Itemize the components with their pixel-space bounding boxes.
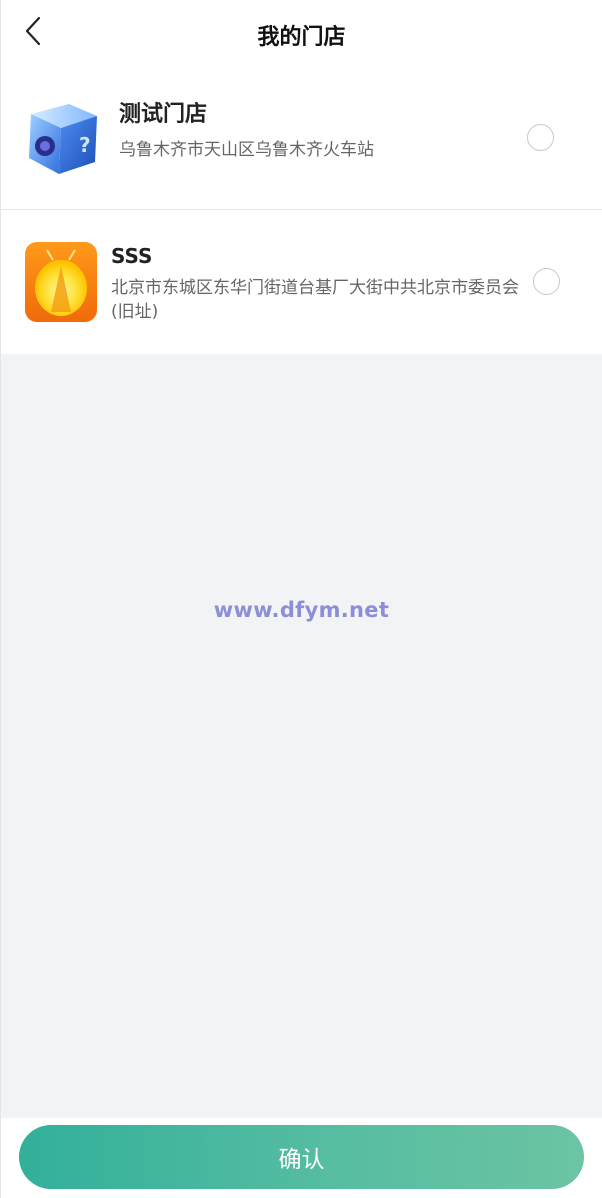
store-address: 北京市东城区东华门街道台基厂大街中共北京市委员会(旧址) [111, 278, 519, 322]
back-button[interactable] [19, 14, 47, 48]
store-item[interactable]: ? 测试门店 乌鲁木齐市天山区乌鲁木齐火车站 [1, 70, 602, 210]
store-item[interactable]: SSS 北京市东城区东华门街道台基厂大街中共北京市委员会(旧址) [1, 210, 602, 354]
firefly-store-icon [25, 242, 97, 322]
confirm-button[interactable]: 确认 [19, 1125, 584, 1189]
watermark-text: www.dfym.net [213, 598, 390, 622]
footer-bar: 确认 [1, 1118, 602, 1198]
store-radio[interactable] [527, 124, 554, 151]
chevron-left-icon [25, 16, 41, 46]
header-bar: 我的门店 [1, 0, 602, 70]
page-title: 我的门店 [257, 25, 346, 50]
store-address: 乌鲁木齐市天山区乌鲁木齐火车站 [119, 140, 374, 160]
store-name: 测试门店 [119, 102, 208, 127]
store-info: 测试门店 乌鲁木齐市天山区乌鲁木齐火车站 [119, 100, 519, 162]
svg-text:?: ? [79, 133, 91, 157]
cube-store-icon: ? [29, 104, 97, 174]
store-name: SSS [111, 244, 153, 268]
store-radio[interactable] [533, 268, 560, 295]
store-info: SSS 北京市东城区东华门街道台基厂大街中共北京市委员会(旧址) [111, 242, 531, 324]
store-select-page: 我的门店 ? 测试门店 乌鲁木齐市天山区乌鲁木齐火车站 SSS 北京市东城区东华… [0, 0, 602, 1198]
store-list: ? 测试门店 乌鲁木齐市天山区乌鲁木齐火车站 SSS 北京市东城区东华门街道台基… [1, 70, 602, 354]
